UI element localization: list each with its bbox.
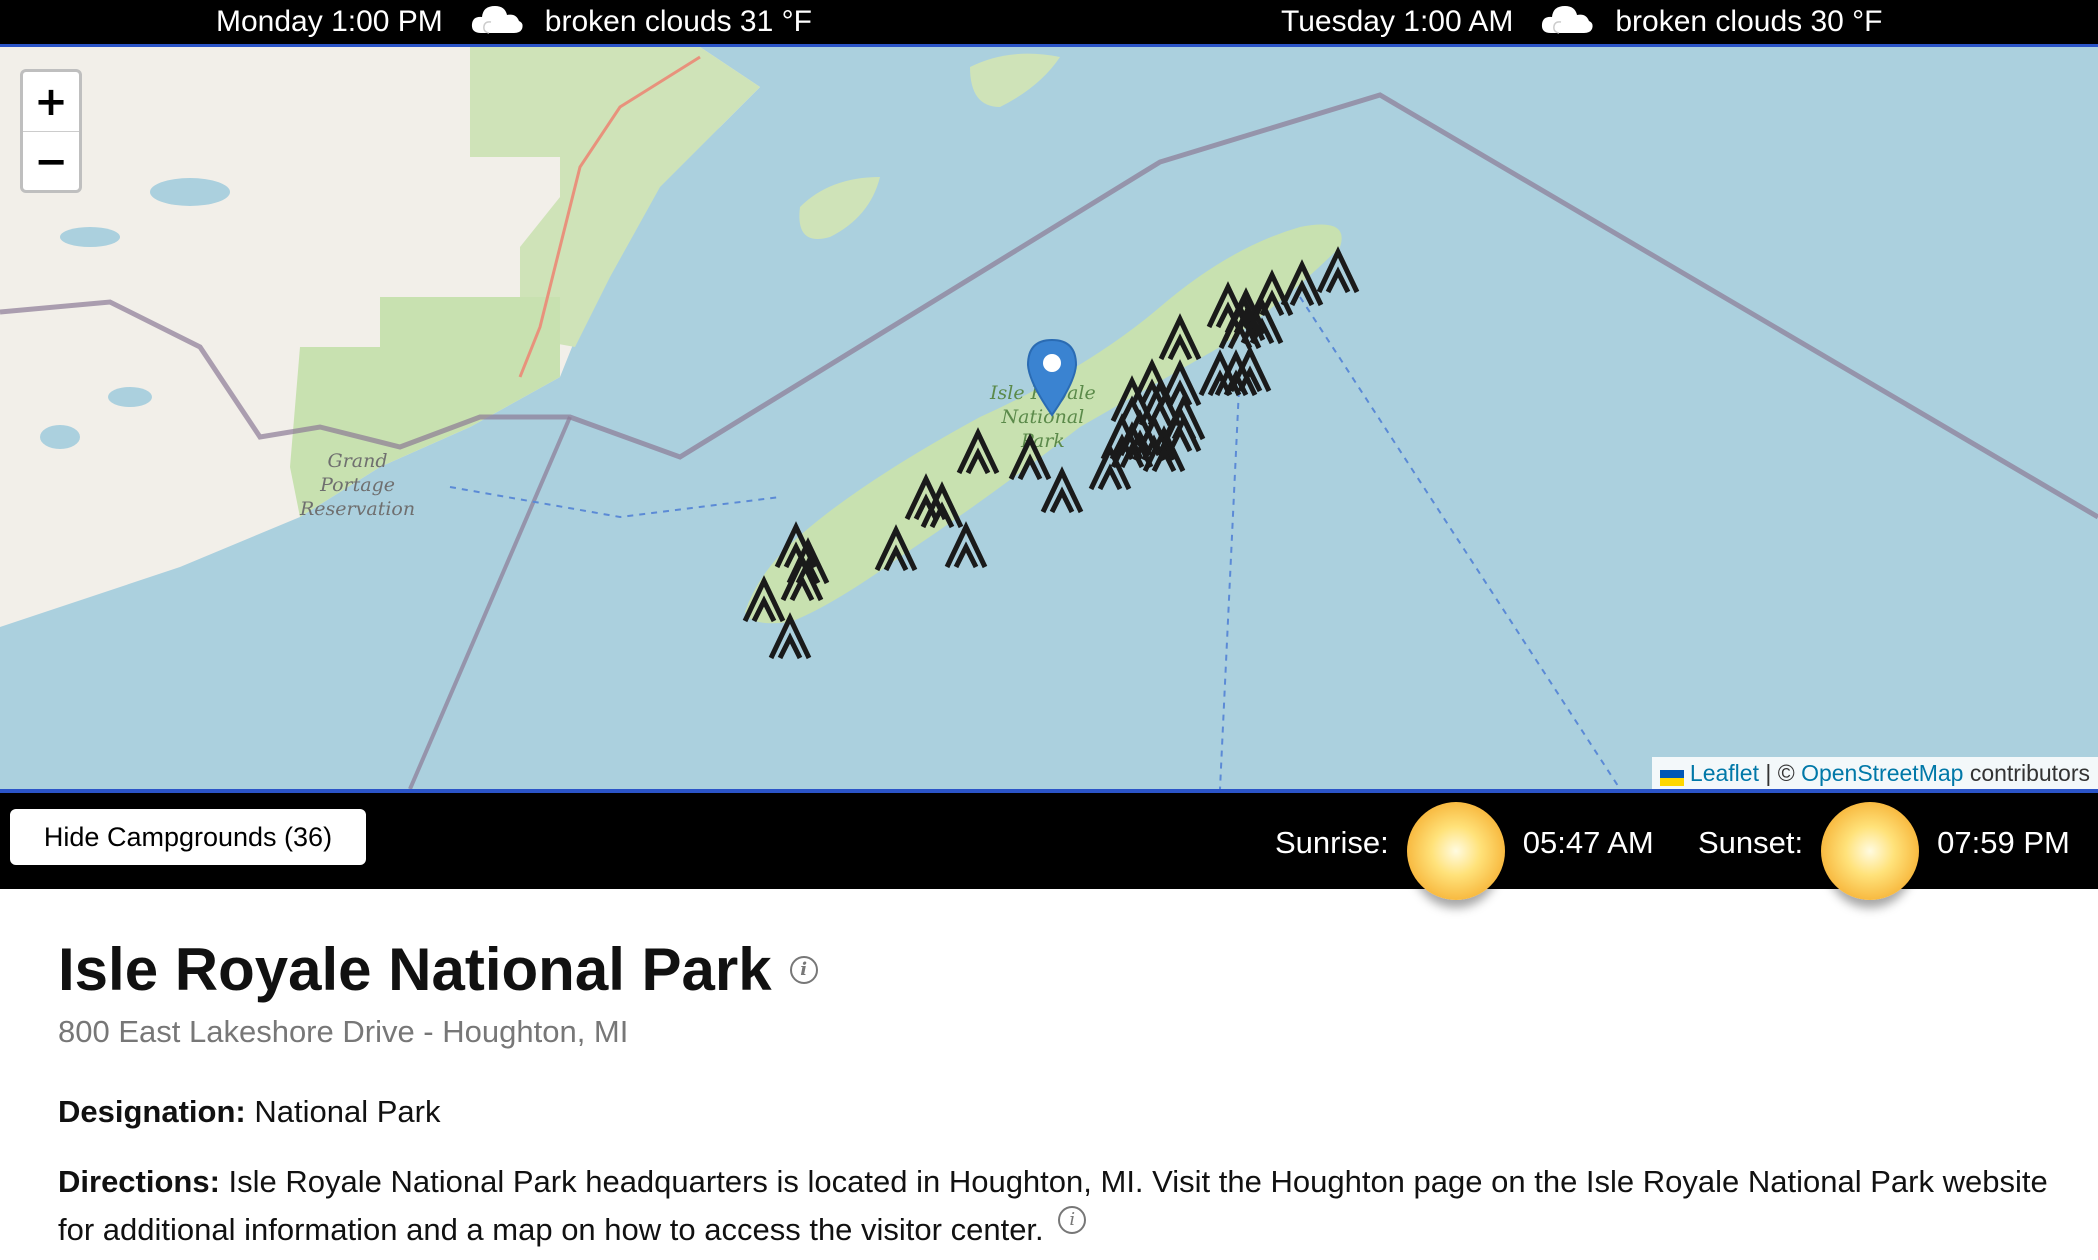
- forecast-desc: broken clouds 31 °F: [544, 5, 812, 38]
- info-icon[interactable]: i: [789, 955, 818, 984]
- attribution-separator: | ©: [1758, 759, 1802, 786]
- info-icon[interactable]: i: [1058, 1206, 1087, 1234]
- campground-icon[interactable]: [1280, 259, 1324, 307]
- cloud-icon: [469, 1, 525, 43]
- map[interactable]: GrandPortageReservation Isle RoyaleNatio…: [0, 47, 2098, 789]
- sunset-time: 07:59 PM: [1937, 825, 2070, 860]
- sunrise-time: 05:47 AM: [1522, 825, 1654, 860]
- zoom-out-button[interactable]: −: [23, 132, 79, 191]
- park-info: Isle Royale National Park i 800 East Lak…: [58, 935, 2048, 1254]
- zoom-in-button[interactable]: +: [23, 72, 79, 132]
- forecast-desc: broken clouds 30 °F: [1615, 5, 1883, 38]
- forecast-time: Tuesday 1:00 AM: [1281, 5, 1514, 38]
- campground-icon[interactable]: [768, 612, 812, 660]
- directions-text: Isle Royale National Park headquarters i…: [58, 1164, 2048, 1247]
- zoom-control: + −: [20, 69, 82, 193]
- hide-campgrounds-button[interactable]: Hide Campgrounds (36): [10, 809, 366, 865]
- designation-value: National Park: [254, 1094, 441, 1129]
- designation-label: Designation:: [58, 1094, 246, 1129]
- sun-icon: [1406, 802, 1505, 900]
- control-bar: Hide Campgrounds (36) Sunrise: 05:47 AM …: [0, 789, 2098, 900]
- designation-row: Designation: National Park: [58, 1088, 2048, 1136]
- weather-bar: Monday 1:00 PM broken clouds 31 °F Tuesd…: [0, 0, 2098, 47]
- forecast-monday: Monday 1:00 PM broken clouds 31 °F: [216, 0, 812, 44]
- campground-icon[interactable]: [1316, 246, 1360, 294]
- campground-icon[interactable]: [956, 427, 1000, 475]
- sunset-label: Sunset:: [1698, 825, 1804, 860]
- forecast-time: Monday 1:00 PM: [216, 5, 443, 38]
- cloud-icon: [1539, 1, 1595, 43]
- campground-icon[interactable]: [944, 521, 988, 569]
- map-attribution: Leaflet | © OpenStreetMap contributors: [1651, 757, 2098, 789]
- sunset-group: Sunset: 07:59 PM: [1698, 793, 2070, 900]
- location-pin-icon[interactable]: [1025, 337, 1079, 422]
- sun-icon: [1821, 802, 1920, 900]
- campground-icon[interactable]: [742, 575, 786, 623]
- sunrise-group: Sunrise: 05:47 AM: [1275, 793, 1654, 900]
- attribution-suffix: contributors: [1963, 759, 2090, 786]
- openstreetmap-link[interactable]: OpenStreetMap: [1801, 760, 1963, 787]
- campground-icon[interactable]: [1158, 313, 1202, 361]
- campground-icon[interactable]: [1008, 433, 1052, 481]
- page-title: Isle Royale National Park i: [58, 935, 2048, 1004]
- ukraine-flag-icon: [1659, 765, 1684, 786]
- leaflet-link[interactable]: Leaflet: [1690, 760, 1759, 787]
- directions-row: Directions: Isle Royale National Park he…: [58, 1158, 2048, 1254]
- directions-label: Directions:: [58, 1164, 220, 1199]
- sunrise-label: Sunrise:: [1275, 825, 1389, 860]
- park-address: 800 East Lakeshore Drive - Houghton, MI: [58, 1014, 629, 1049]
- campground-icon[interactable]: [874, 524, 918, 572]
- park-name: Isle Royale National Park: [58, 936, 772, 1003]
- forecast-tuesday: Tuesday 1:00 AM broken clouds 30 °F: [1281, 0, 1883, 44]
